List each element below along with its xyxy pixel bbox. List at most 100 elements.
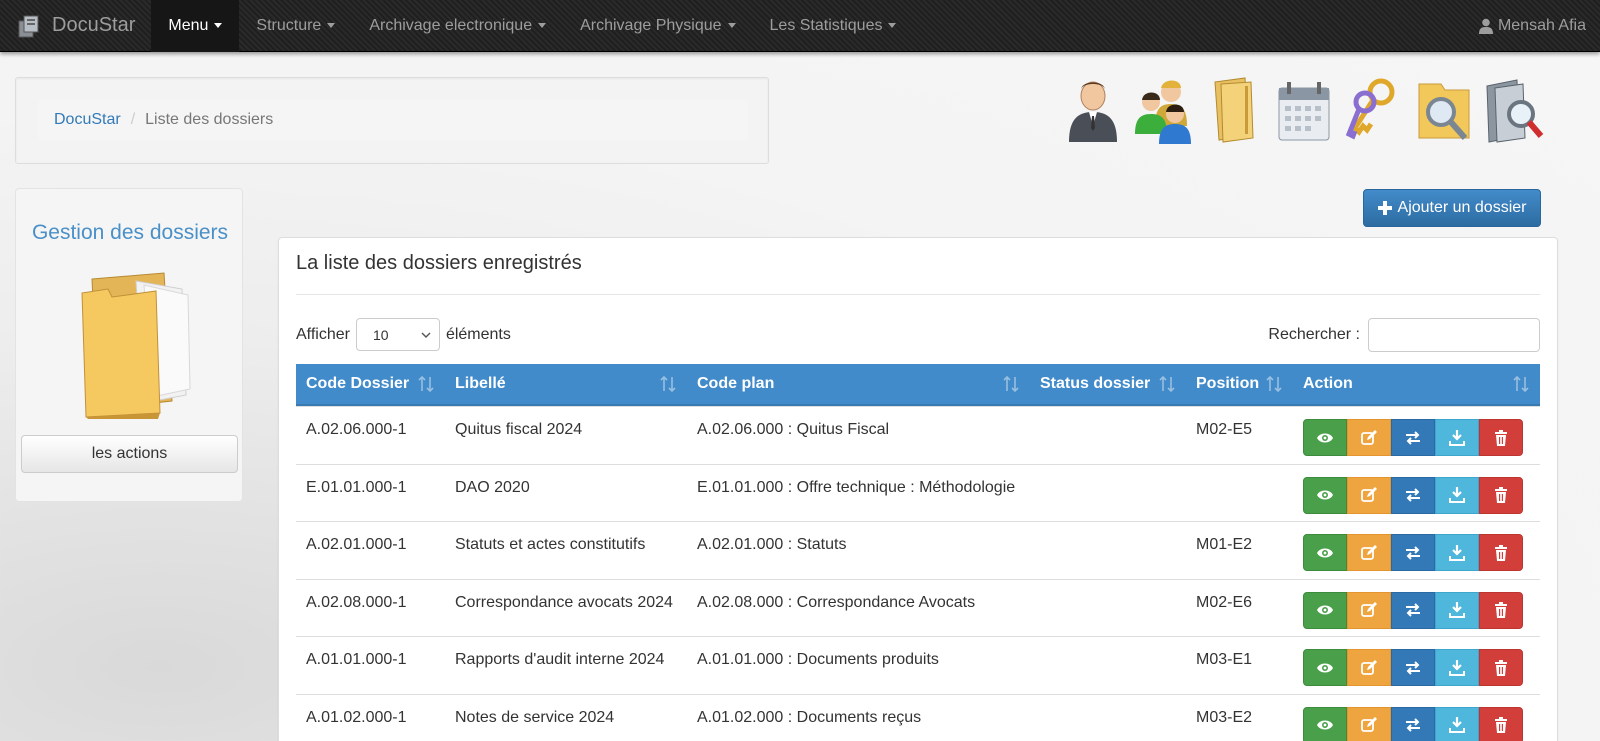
table-row: A.01.02.000-1 Notes de service 2024 A.01… bbox=[296, 693, 1540, 741]
cell-position: M03-E2 bbox=[1196, 708, 1253, 726]
folders-panel: La liste des dossiers enregistrés Affich… bbox=[278, 237, 1558, 741]
nav-structure[interactable]: Structure bbox=[239, 0, 352, 52]
eye-icon bbox=[1317, 720, 1333, 730]
transfer-button[interactable] bbox=[1391, 591, 1435, 629]
download-button[interactable] bbox=[1435, 419, 1479, 456]
caret-down-icon bbox=[888, 23, 897, 28]
page-length-select[interactable]: 10 bbox=[355, 318, 440, 351]
add-folder-button[interactable]: Ajouter un dossier bbox=[1363, 189, 1541, 227]
download-button[interactable] bbox=[1435, 591, 1479, 629]
edit-icon bbox=[1361, 602, 1377, 617]
quick-calendar[interactable] bbox=[1268, 74, 1338, 146]
transfer-button[interactable] bbox=[1391, 534, 1435, 571]
trash-icon bbox=[1495, 544, 1507, 561]
cell-status-dossier bbox=[1030, 465, 1186, 522]
actions-button[interactable]: les actions bbox=[21, 435, 238, 473]
edit-button[interactable] bbox=[1347, 419, 1391, 456]
view-button[interactable] bbox=[1303, 419, 1347, 456]
delete-button[interactable] bbox=[1479, 476, 1523, 514]
download-button[interactable] bbox=[1435, 706, 1479, 741]
transfer-button[interactable] bbox=[1391, 419, 1435, 456]
transfer-icon bbox=[1406, 660, 1420, 675]
view-button[interactable] bbox=[1303, 476, 1347, 514]
table-row: A.01.01.000-1 Rapports d'audit interne 2… bbox=[296, 636, 1540, 694]
view-button[interactable] bbox=[1303, 534, 1347, 571]
user-menu[interactable]: Mensah Afia bbox=[1478, 0, 1586, 52]
trash-icon bbox=[1495, 487, 1507, 503]
edit-icon bbox=[1361, 544, 1377, 560]
transfer-icon bbox=[1406, 603, 1420, 617]
column-position[interactable]: Position bbox=[1186, 364, 1293, 404]
trash-icon bbox=[1495, 659, 1507, 676]
download-button[interactable] bbox=[1435, 649, 1479, 686]
nav-archivage-physique[interactable]: Archivage Physique bbox=[563, 0, 752, 52]
caret-down-icon bbox=[214, 23, 223, 28]
quick-users[interactable] bbox=[1128, 74, 1198, 146]
breadcrumb-home-link[interactable]: DocuStar bbox=[54, 111, 121, 129]
quick-folder[interactable] bbox=[1198, 74, 1268, 146]
table-row: A.02.08.000-1 Correspondance avocats 202… bbox=[296, 578, 1540, 637]
cell-code-plan: A.02.06.000 : Quitus Fiscal bbox=[697, 421, 890, 438]
delete-button[interactable] bbox=[1479, 419, 1523, 456]
transfer-button[interactable] bbox=[1391, 476, 1435, 514]
nav-archivage-electronique[interactable]: Archivage electronique bbox=[352, 0, 563, 52]
edit-button[interactable] bbox=[1347, 591, 1391, 629]
column-action[interactable]: Action bbox=[1293, 364, 1540, 404]
page-length-control: Afficher 10 éléments bbox=[296, 318, 511, 351]
edit-button[interactable] bbox=[1347, 534, 1391, 571]
brand-name: DocuStar bbox=[52, 14, 136, 36]
view-button[interactable] bbox=[1303, 706, 1347, 741]
view-button[interactable] bbox=[1303, 591, 1347, 629]
edit-button[interactable] bbox=[1347, 476, 1391, 514]
download-button[interactable] bbox=[1435, 534, 1479, 571]
cell-code-dossier: A.01.02.000-1 bbox=[306, 708, 407, 726]
keys-icon bbox=[1345, 78, 1395, 140]
caret-down-icon bbox=[727, 23, 736, 28]
eye-icon bbox=[1317, 548, 1333, 557]
delete-button[interactable] bbox=[1479, 591, 1523, 629]
column-code-dossier[interactable]: Code Dossier bbox=[296, 364, 445, 404]
download-icon bbox=[1449, 659, 1465, 676]
download-icon bbox=[1449, 717, 1465, 733]
quick-folder-search[interactable] bbox=[1408, 74, 1478, 146]
nav-menu[interactable]: Menu bbox=[151, 0, 240, 52]
delete-button[interactable] bbox=[1479, 649, 1523, 686]
cell-actions bbox=[1293, 522, 1540, 579]
brand[interactable]: DocuStar bbox=[0, 0, 151, 52]
quick-user[interactable] bbox=[1058, 74, 1128, 146]
nav-archivage-physique-label: Archivage Physique bbox=[580, 16, 722, 34]
cell-code-dossier: A.01.01.000-1 bbox=[306, 651, 407, 668]
quick-keys[interactable] bbox=[1338, 74, 1408, 146]
nav-statistiques[interactable]: Les Statistiques bbox=[753, 0, 914, 52]
cell-code-dossier: E.01.01.000-1 bbox=[306, 478, 407, 496]
cell-actions bbox=[1293, 407, 1540, 464]
column-code-plan[interactable]: Code plan bbox=[687, 364, 1030, 404]
column-status-dossier[interactable]: Status dossier bbox=[1030, 364, 1186, 404]
user-icon bbox=[1069, 81, 1117, 142]
caret-down-icon bbox=[327, 23, 336, 28]
search-input[interactable] bbox=[1368, 318, 1540, 352]
cell-code-plan: E.01.01.000 : Offre technique : Méthodol… bbox=[697, 478, 1016, 496]
column-label: Action bbox=[1303, 375, 1353, 392]
view-button[interactable] bbox=[1303, 649, 1347, 686]
column-libelle[interactable]: Libellé bbox=[445, 364, 687, 404]
cell-status-dossier bbox=[1030, 522, 1186, 579]
delete-button[interactable] bbox=[1479, 534, 1523, 571]
delete-button[interactable] bbox=[1479, 706, 1523, 741]
edit-icon bbox=[1361, 659, 1377, 675]
user-name: Mensah Afia bbox=[1497, 17, 1586, 34]
sort-icon bbox=[418, 375, 434, 393]
cell-actions bbox=[1293, 695, 1540, 741]
quick-document-search[interactable] bbox=[1478, 74, 1548, 146]
transfer-button[interactable] bbox=[1391, 706, 1435, 741]
column-label: Status dossier bbox=[1040, 375, 1151, 392]
edit-button[interactable] bbox=[1347, 706, 1391, 741]
cell-actions bbox=[1293, 580, 1540, 637]
download-icon bbox=[1449, 487, 1465, 503]
download-button[interactable] bbox=[1435, 476, 1479, 514]
edit-button[interactable] bbox=[1347, 649, 1391, 686]
sort-icon bbox=[1513, 375, 1529, 393]
breadcrumb: DocuStar / Liste des dossiers bbox=[38, 100, 748, 140]
cell-position bbox=[1186, 465, 1293, 522]
transfer-button[interactable] bbox=[1391, 649, 1435, 686]
